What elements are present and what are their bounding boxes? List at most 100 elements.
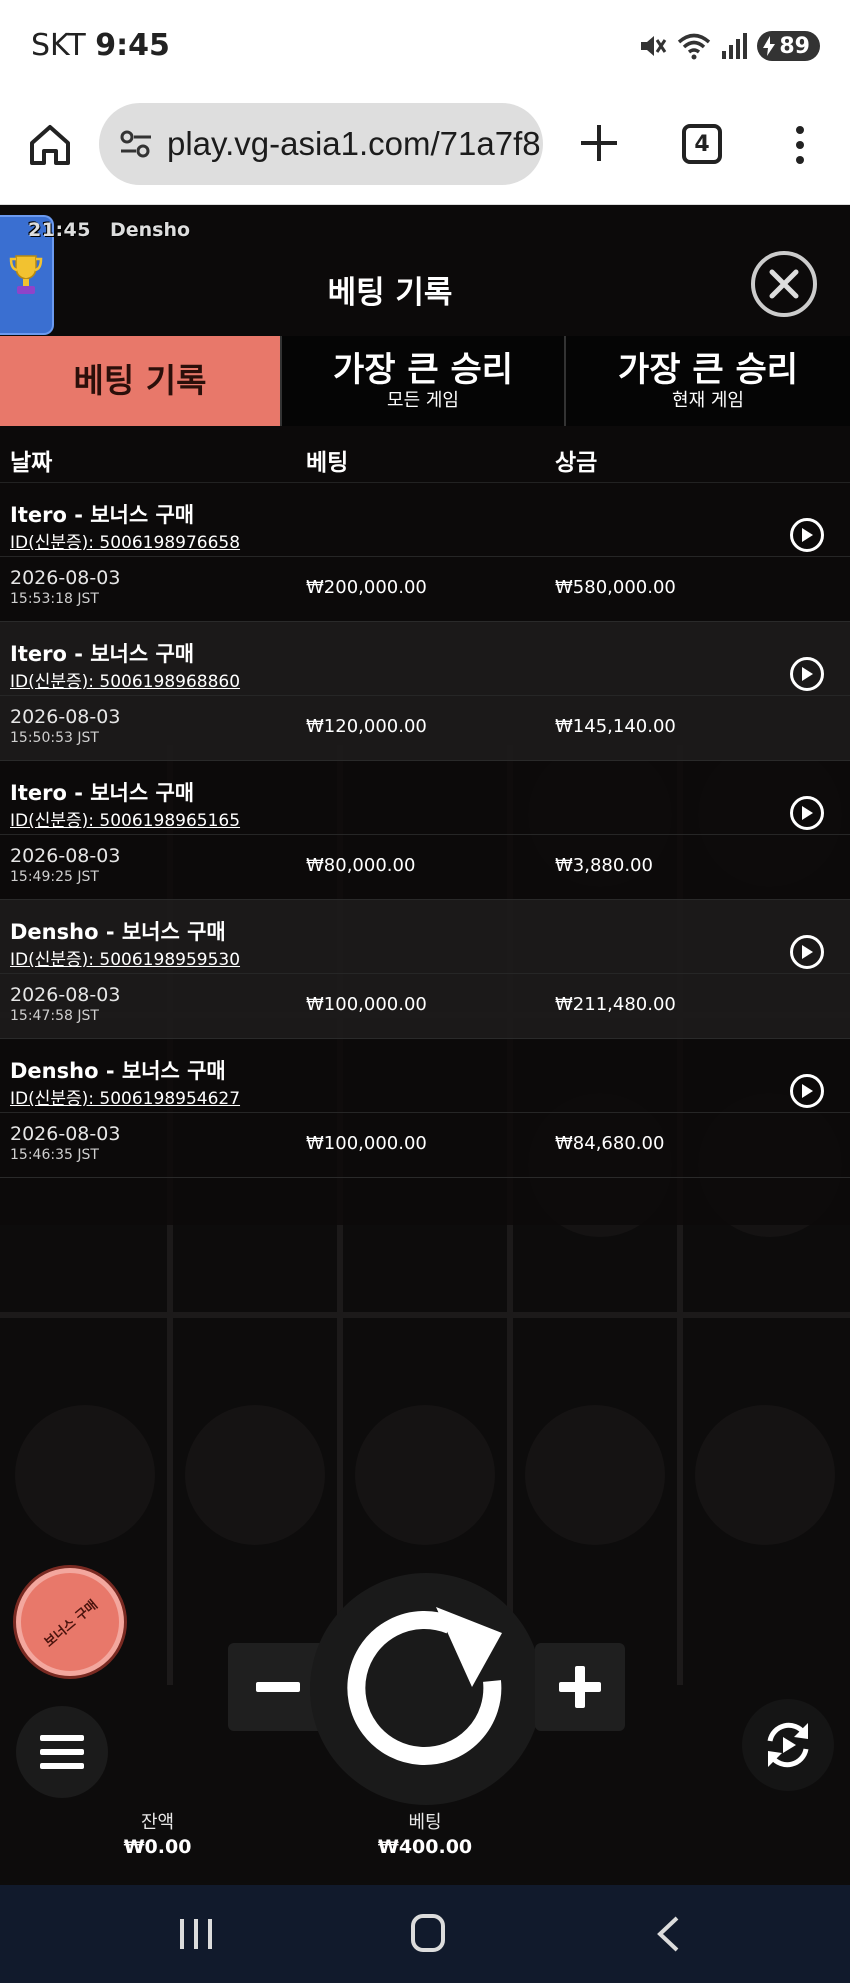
row-divider xyxy=(0,1112,850,1113)
balance-value: ₩0.00 xyxy=(123,1836,192,1858)
mute-icon xyxy=(641,36,667,56)
row-divider xyxy=(0,834,850,835)
game-canvas: 21:45 Densho 베팅 기록 베팅 기록 가장 큰 승리 모든 게임 가… xyxy=(0,205,850,1885)
bet-display: 베팅 ₩400.00 xyxy=(355,1808,495,1858)
row-bet: ₩100,000.00 xyxy=(306,1133,427,1154)
row-win: ₩211,480.00 xyxy=(555,994,676,1015)
spin-button[interactable] xyxy=(326,1589,526,1789)
row-game-title: Itero - 보너스 구매 xyxy=(10,781,195,805)
row-round-id-link[interactable]: ID(신분증): 5006198965165 xyxy=(10,806,240,831)
tab-label: 가장 큰 승리 xyxy=(332,350,514,390)
more-menu-icon[interactable] xyxy=(790,123,810,167)
row-bet: ₩80,000.00 xyxy=(306,855,416,876)
play-icon xyxy=(802,1084,813,1098)
row-round-id-link[interactable]: ID(신분증): 5006198976658 xyxy=(10,528,240,553)
status-time: SKT 9:45 xyxy=(31,28,170,63)
menu-button[interactable] xyxy=(16,1706,108,1798)
row-time: 15:47:58 JST xyxy=(10,1008,99,1024)
bonus-buy-label: 보너스 구매 xyxy=(41,1597,101,1650)
row-divider xyxy=(0,556,850,557)
row-game-title: Densho - 보너스 구매 xyxy=(10,920,226,944)
status-bar: SKT 9:45 89 xyxy=(0,0,850,95)
battery-indicator: 89 xyxy=(757,31,820,61)
column-bet: 베팅 xyxy=(306,450,349,476)
row-win: ₩145,140.00 xyxy=(555,716,676,737)
balance-display: 잔액 ₩0.00 xyxy=(100,1808,215,1858)
row-game-title: Itero - 보너스 구매 xyxy=(10,642,195,666)
row-date: 2026-08-03 xyxy=(10,1123,121,1145)
url-text: play.vg-asia1.com/71a7f8 xyxy=(167,125,541,162)
new-tab-icon[interactable] xyxy=(577,121,621,165)
tab-bet-history[interactable]: 베팅 기록 xyxy=(0,336,282,426)
back-icon[interactable] xyxy=(655,1915,681,1953)
history-row: Itero - 보너스 구매 ID(신분증): 5006198976658 20… xyxy=(0,483,850,622)
play-icon xyxy=(802,528,813,542)
row-round-id-link[interactable]: ID(신분증): 5006198959530 xyxy=(10,945,240,970)
recents-icon[interactable] xyxy=(178,1917,214,1951)
row-time: 15:49:25 JST xyxy=(10,869,99,885)
row-divider xyxy=(0,973,850,974)
tab-count: 4 xyxy=(694,131,710,157)
row-win: ₩3,880.00 xyxy=(555,855,653,876)
address-bar[interactable]: play.vg-asia1.com/71a7f8 xyxy=(99,103,543,185)
game-clock: 21:45 xyxy=(28,219,91,241)
bet-label: 베팅 xyxy=(408,1812,442,1833)
battery-level: 89 xyxy=(779,33,810,59)
play-icon xyxy=(802,667,813,681)
row-bet: ₩200,000.00 xyxy=(306,577,427,598)
browser-toolbar: play.vg-asia1.com/71a7f8 4 xyxy=(0,95,850,205)
tab-switcher-button[interactable]: 4 xyxy=(682,124,722,164)
row-win: ₩580,000.00 xyxy=(555,577,676,598)
site-settings-icon[interactable] xyxy=(117,125,155,163)
panel-title: 베팅 기록 xyxy=(327,275,453,311)
charging-icon xyxy=(763,36,776,56)
row-date: 2026-08-03 xyxy=(10,845,121,867)
history-list: Itero - 보너스 구매 ID(신분증): 5006198976658 20… xyxy=(0,483,850,1178)
row-divider xyxy=(0,695,850,696)
history-row: Densho - 보너스 구매 ID(신분증): 5006198959530 2… xyxy=(0,900,850,1039)
row-game-title: Densho - 보너스 구매 xyxy=(10,1059,226,1083)
row-round-id-link[interactable]: ID(신분증): 5006198954627 xyxy=(10,1084,240,1109)
system-nav-bar xyxy=(0,1885,850,1983)
tab-biggest-win-all[interactable]: 가장 큰 승리 모든 게임 xyxy=(282,336,566,426)
row-win: ₩84,680.00 xyxy=(555,1133,665,1154)
history-row: Itero - 보너스 구매 ID(신분증): 5006198965165 20… xyxy=(0,761,850,900)
history-row: Densho - 보너스 구매 ID(신분증): 5006198954627 2… xyxy=(0,1039,850,1178)
tab-label: 베팅 기록 xyxy=(73,361,207,400)
increase-bet-button[interactable] xyxy=(535,1643,625,1731)
bonus-buy-button[interactable]: 보너스 구매 xyxy=(16,1568,124,1676)
plus-icon xyxy=(559,1666,601,1708)
replay-button[interactable] xyxy=(790,657,824,691)
bet-value: ₩400.00 xyxy=(377,1836,473,1858)
table-header: 날짜 베팅 상금 xyxy=(0,433,850,483)
home-icon[interactable] xyxy=(26,121,74,169)
signal-icon xyxy=(722,33,748,59)
balance-label: 잔액 xyxy=(140,1812,175,1833)
play-icon xyxy=(802,806,813,820)
row-round-id-link[interactable]: ID(신분증): 5006198968860 xyxy=(10,667,240,692)
minus-icon xyxy=(256,1682,300,1692)
autoplay-button[interactable] xyxy=(742,1699,834,1791)
row-bet: ₩100,000.00 xyxy=(306,994,427,1015)
replay-button[interactable] xyxy=(790,935,824,969)
replay-button[interactable] xyxy=(790,1074,824,1108)
play-icon xyxy=(802,945,813,959)
replay-button[interactable] xyxy=(790,796,824,830)
row-date: 2026-08-03 xyxy=(10,706,121,728)
tab-biggest-win-current[interactable]: 가장 큰 승리 현재 게임 xyxy=(566,336,850,426)
tab-label: 가장 큰 승리 xyxy=(617,350,799,390)
status-icons: 89 xyxy=(637,28,820,64)
nav-home-icon[interactable] xyxy=(410,1913,446,1953)
close-button[interactable] xyxy=(751,251,817,317)
row-date: 2026-08-03 xyxy=(10,567,121,589)
row-bet: ₩120,000.00 xyxy=(306,716,427,737)
tab-sublabel: 현재 게임 xyxy=(672,390,744,411)
tab-sublabel: 모든 게임 xyxy=(387,390,459,411)
row-date: 2026-08-03 xyxy=(10,984,121,1006)
row-time: 15:53:18 JST xyxy=(10,591,99,607)
clock-label: 9:45 xyxy=(95,28,170,63)
replay-button[interactable] xyxy=(790,518,824,552)
history-tabs: 베팅 기록 가장 큰 승리 모든 게임 가장 큰 승리 현재 게임 xyxy=(0,336,850,426)
column-win: 상금 xyxy=(555,450,598,476)
autoplay-icon xyxy=(767,1722,809,1768)
